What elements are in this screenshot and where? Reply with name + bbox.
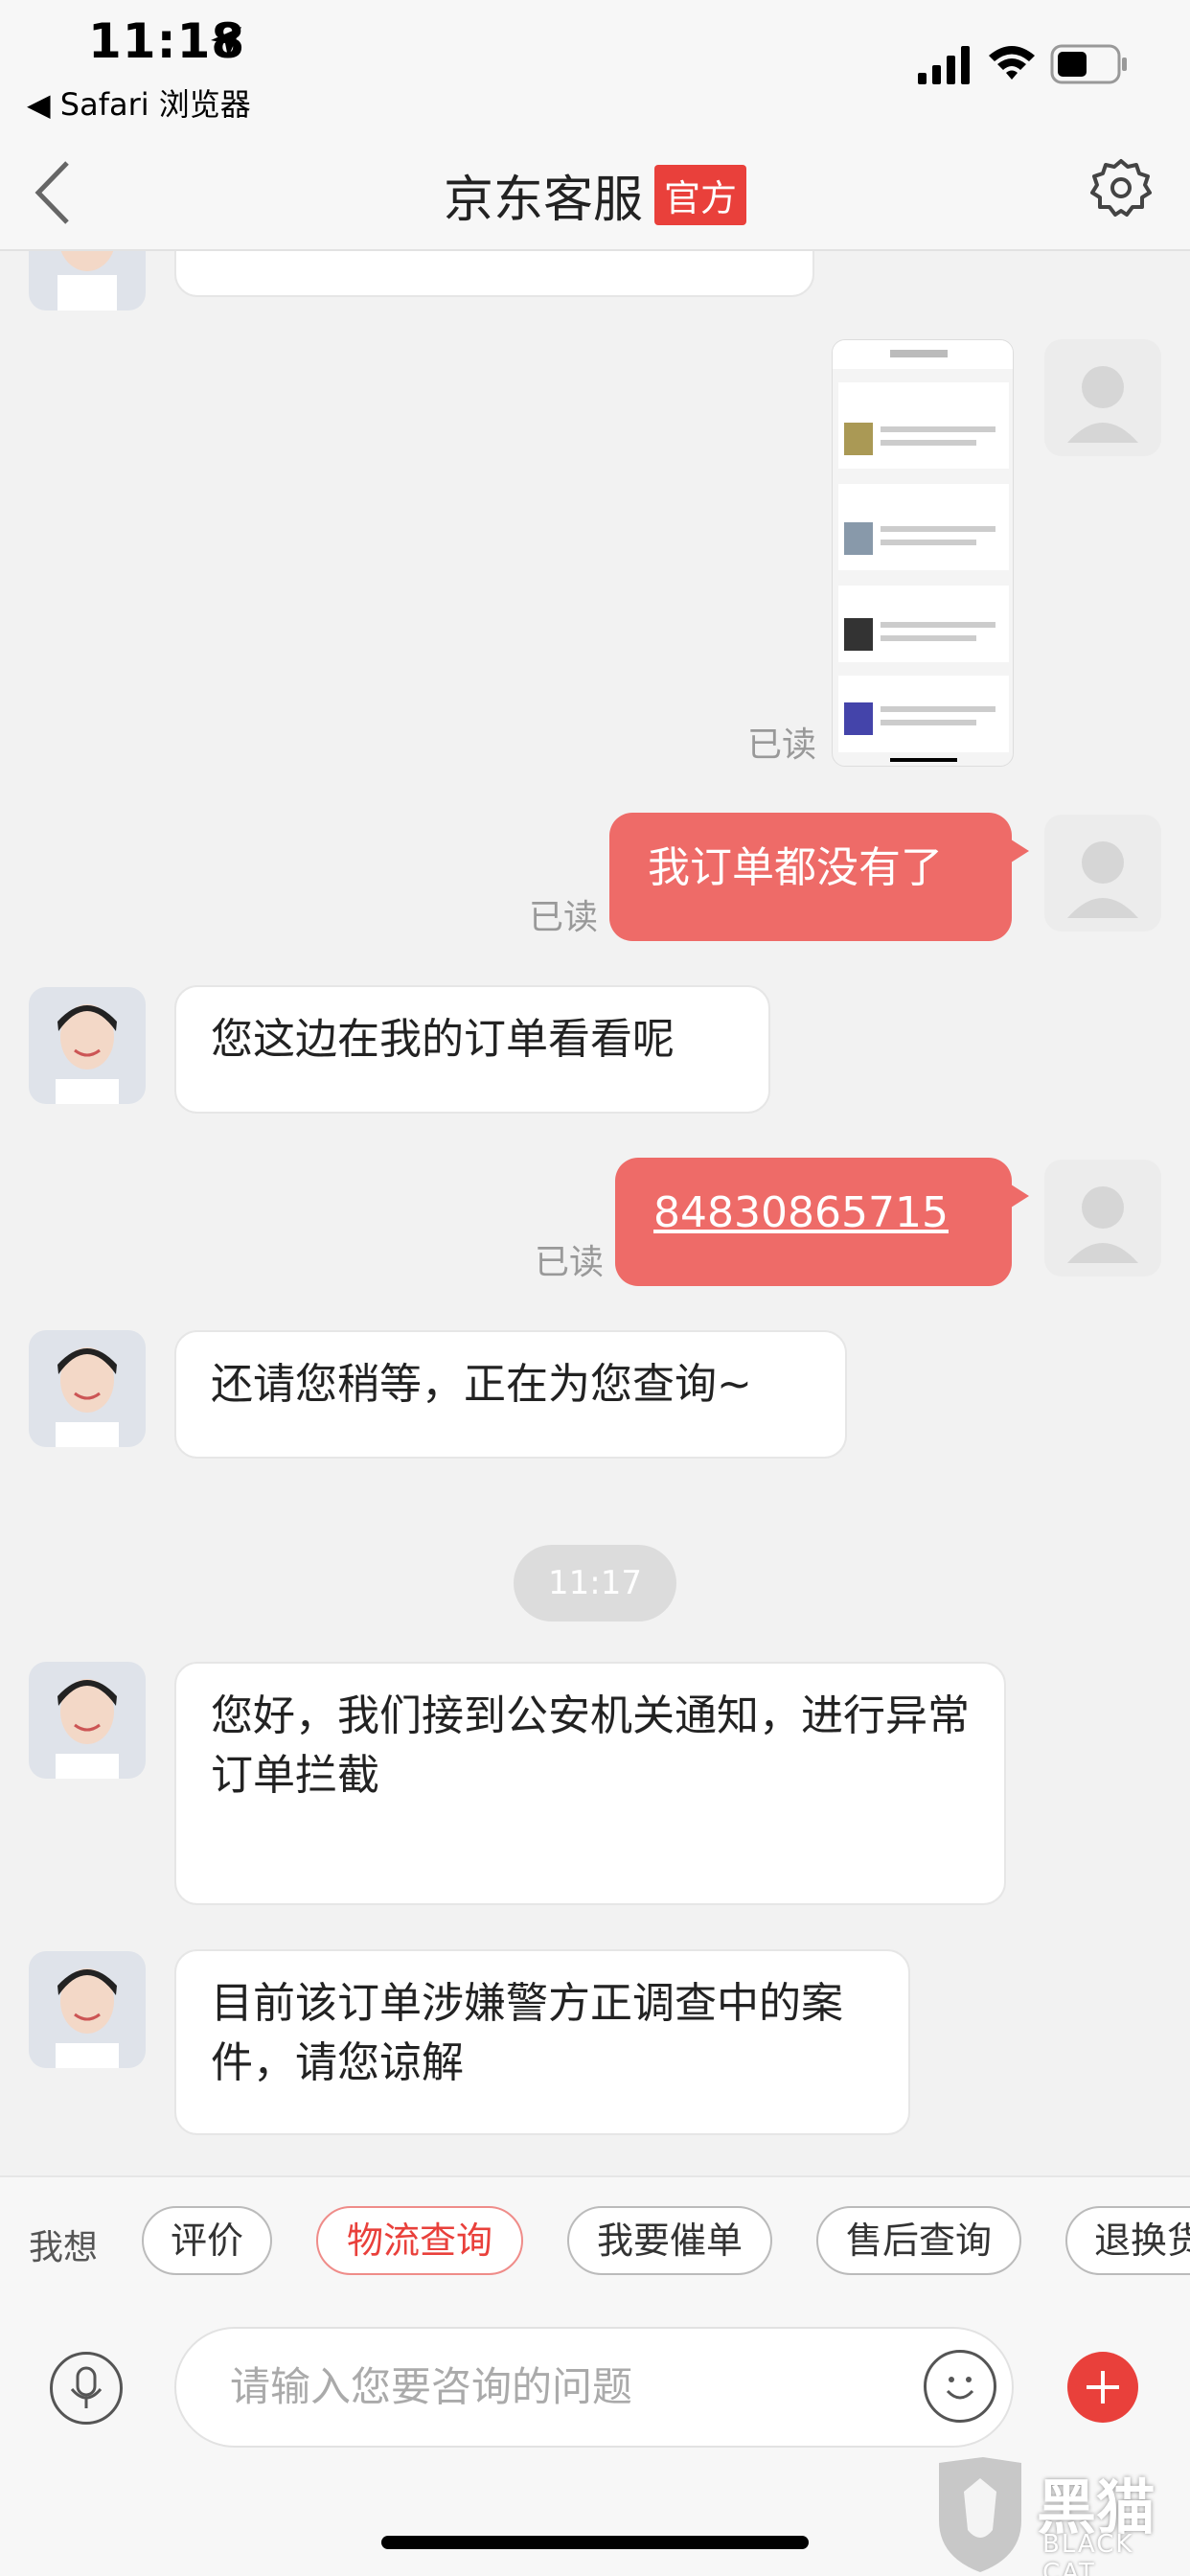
message-text: 您好，我们接到公安机关通知，进行异常订单拦截 bbox=[211, 1691, 970, 1800]
read-status: 已读 bbox=[747, 725, 817, 765]
chip-rate[interactable]: 评价 bbox=[142, 2206, 272, 2275]
order-number-link[interactable]: 84830865715 bbox=[653, 1188, 949, 1237]
plus-icon bbox=[1087, 2371, 1119, 2404]
message-bubble-incoming: 目前该订单涉嫌警方正调查中的案件，请您谅解 bbox=[174, 1949, 910, 2135]
agent-avatar bbox=[29, 1330, 146, 1447]
time-divider: 11:17 bbox=[514, 1545, 676, 1622]
microphone-icon bbox=[70, 2366, 103, 2408]
chip-after-sales[interactable]: 售后查询 bbox=[816, 2206, 1021, 2275]
message-bubble-partial bbox=[174, 251, 814, 297]
message-bubble-outgoing: 我订单都没有了 bbox=[609, 813, 1029, 941]
agent-avatar bbox=[29, 1951, 146, 2068]
agent-avatar bbox=[29, 1662, 146, 1779]
chip-urge-order[interactable]: 我要催单 bbox=[567, 2206, 772, 2275]
message-text: 目前该订单涉嫌警方正调查中的案件，请您谅解 bbox=[211, 1979, 843, 2087]
status-bar: 11:18 ◀ Safari 浏览器 bbox=[0, 0, 1190, 125]
message-text: 还请您稍等，正在为您查询~ bbox=[211, 1360, 752, 1409]
user-avatar bbox=[1044, 815, 1161, 932]
user-avatar bbox=[1044, 1160, 1161, 1276]
agent-avatar bbox=[29, 987, 146, 1104]
wifi-icon bbox=[989, 46, 1035, 80]
back-to-safari-link[interactable]: ◀ Safari 浏览器 bbox=[27, 80, 251, 125]
message-bubble-incoming: 您这边在我的订单看看呢 bbox=[174, 985, 770, 1114]
voice-button[interactable] bbox=[50, 2352, 123, 2425]
order-screenshot-image[interactable] bbox=[832, 339, 1014, 767]
battery-icon bbox=[1050, 44, 1127, 84]
location-arrow-icon bbox=[211, 27, 241, 58]
emoji-button[interactable] bbox=[924, 2350, 996, 2423]
page-title-text: 京东客服 bbox=[443, 172, 643, 229]
agent-avatar bbox=[29, 251, 146, 310]
chat-area[interactable]: 已读 我订单都没有了 已读 您这边在我的订单看看呢 84830865715 已读… bbox=[0, 251, 1190, 2175]
read-status: 已读 bbox=[535, 1243, 605, 1282]
message-input[interactable]: 请输入您要咨询的问题 bbox=[174, 2327, 1014, 2448]
message-bubble-incoming: 您好，我们接到公安机关通知，进行异常订单拦截 bbox=[174, 1662, 1006, 1905]
official-badge: 官方 bbox=[654, 165, 747, 225]
watermark-subtext: BLACK CAT bbox=[1042, 2530, 1134, 2576]
message-bubble-incoming: 还请您稍等，正在为您查询~ bbox=[174, 1330, 847, 1459]
quick-actions-label: 我想 bbox=[29, 2228, 99, 2267]
add-button[interactable] bbox=[1067, 2352, 1138, 2423]
smiley-icon bbox=[946, 2377, 974, 2400]
message-bubble-outgoing: 84830865715 bbox=[615, 1158, 1029, 1286]
user-avatar bbox=[1044, 339, 1161, 456]
home-indicator[interactable] bbox=[381, 2536, 809, 2549]
message-text: 我订单都没有了 bbox=[648, 843, 943, 892]
cellular-signal-icon bbox=[918, 46, 970, 84]
read-status: 已读 bbox=[529, 898, 599, 937]
page-title: 京东客服 官方 bbox=[0, 159, 1190, 231]
quick-actions-bar: 我想 评价 物流查询 我要催单 售后查询 退换货 bbox=[0, 2175, 1190, 2300]
chip-return-exchange[interactable]: 退换货 bbox=[1065, 2206, 1190, 2275]
nav-bar: 京东客服 官方 bbox=[0, 125, 1190, 251]
message-text: 您这边在我的订单看看呢 bbox=[211, 1015, 675, 1064]
gear-icon[interactable] bbox=[1090, 157, 1152, 218]
chip-logistics[interactable]: 物流查询 bbox=[316, 2206, 523, 2275]
